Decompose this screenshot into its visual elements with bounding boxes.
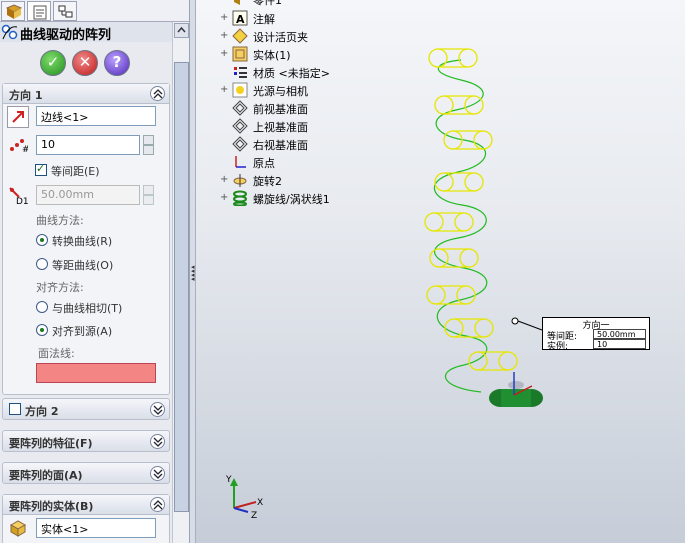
expand-chevron-icon[interactable] — [150, 466, 165, 481]
triad-y-label: Y — [225, 475, 232, 485]
preview-instance-7 — [426, 285, 476, 305]
spacing-icon: D1 — [7, 184, 29, 207]
offset-curve-label: 等距曲线(O) — [52, 259, 114, 272]
solid-body-icon — [8, 518, 30, 540]
direction1-header[interactable]: 方向 1 — [3, 84, 169, 104]
ok-button[interactable]: ✓ — [40, 50, 66, 76]
curve-method-label: 曲线方法: — [36, 214, 84, 227]
bodies-field[interactable]: 实体<1> — [36, 518, 156, 538]
reverse-direction-icon — [12, 111, 24, 123]
tangent-to-curve-label: 与曲线相切(T) — [52, 302, 123, 315]
direction2-group[interactable]: 方向 2 — [2, 398, 170, 420]
svg-text:#: # — [22, 145, 28, 154]
preview-instance-3 — [443, 130, 493, 150]
transform-curve-radio[interactable] — [36, 234, 48, 246]
features-to-pattern-title: 要阵列的特征(F) — [9, 437, 93, 450]
align-method-label: 对齐方法: — [36, 281, 84, 294]
property-manager-panel: 曲线驱动的阵列 ✓ ✕ ? 方向 1 边线<1> # 10 等间距(E) D1 … — [0, 0, 190, 543]
callout-instances-field[interactable]: 10 — [593, 339, 646, 349]
features-to-pattern-group[interactable]: 要阵列的特征(F) — [2, 430, 170, 452]
expand-chevron-icon[interactable] — [150, 402, 165, 417]
manager-tabs — [0, 0, 189, 22]
instances-field[interactable]: 10 — [36, 135, 140, 155]
instances-spinner[interactable] — [143, 135, 154, 155]
curve-pattern-icon — [1, 24, 18, 40]
callout-anchor[interactable] — [511, 317, 519, 325]
property-manager-icon — [33, 5, 47, 20]
bodies-to-pattern-title: 要阵列的实体(B) — [9, 500, 94, 513]
callout-instances-label: 实例: — [547, 342, 569, 352]
direction2-checkbox[interactable] — [9, 403, 21, 415]
collapse-chevron-icon[interactable] — [150, 497, 165, 512]
equal-spacing-checkbox[interactable] — [35, 162, 47, 176]
preview-instance-4 — [434, 172, 484, 192]
help-button[interactable]: ? — [104, 50, 130, 76]
panel-scrollbar[interactable] — [172, 22, 189, 543]
collapse-chevron-icon[interactable] — [150, 86, 165, 101]
tab-property-manager[interactable] — [27, 1, 51, 21]
feature-manager-icon — [5, 4, 23, 19]
callout-spacing-field[interactable]: 50.00mm — [593, 329, 646, 339]
scroll-up-arrow[interactable] — [174, 23, 189, 38]
direction-callout[interactable]: 方向一 等间距: 50.00mm 实例: 10 — [542, 317, 650, 352]
feature-header: 曲线驱动的阵列 — [0, 22, 172, 43]
triad-x-label: X — [257, 498, 263, 508]
faces-to-pattern-group[interactable]: 要阵列的面(A) — [2, 462, 170, 484]
feature-title: 曲线驱动的阵列 — [20, 28, 112, 43]
instances-icon: # — [8, 134, 30, 156]
direction2-title: 方向 2 — [25, 405, 59, 418]
preview-instance-2 — [434, 95, 484, 115]
callout-leader — [517, 320, 543, 331]
tab-feature-manager[interactable] — [1, 1, 25, 21]
close-icon: ✕ — [78, 53, 92, 71]
configuration-manager-icon — [58, 5, 73, 18]
svg-text:D1: D1 — [16, 197, 29, 206]
graphics-viewport[interactable]: 零件1 + A 注解 + 设计活页夹 + 实体(1) 材质 <未指定> + 光源… — [196, 0, 685, 543]
spacing-spinner[interactable] — [143, 185, 154, 205]
path-edge-field[interactable]: 边线<1> — [36, 106, 156, 126]
transform-curve-label: 转换曲线(R) — [52, 235, 113, 248]
cancel-button[interactable]: ✕ — [72, 50, 98, 76]
coordinate-triad: Y X Z — [225, 475, 263, 521]
faces-to-pattern-title: 要阵列的面(A) — [9, 469, 83, 482]
tab-configuration-manager[interactable] — [53, 1, 77, 21]
triad-z-label: Z — [251, 511, 257, 521]
reverse-direction-button[interactable] — [7, 106, 29, 128]
help-icon: ? — [112, 53, 122, 71]
align-to-source-radio[interactable] — [36, 324, 48, 336]
direction1-title: 方向 1 — [9, 89, 43, 102]
preview-instance-1 — [428, 48, 478, 68]
model-graphics[interactable]: Y X Z — [196, 0, 685, 543]
expand-chevron-icon[interactable] — [150, 434, 165, 449]
equal-spacing-label: 等间距(E) — [51, 165, 100, 178]
align-to-source-label: 对齐到源(A) — [52, 325, 113, 338]
face-normal-label: 面法线: — [38, 347, 75, 360]
preview-instance-5 — [424, 212, 474, 232]
preview-instance-8 — [444, 318, 494, 338]
checkmark-icon: ✓ — [46, 53, 60, 71]
spacing-field[interactable]: 50.00mm — [36, 185, 140, 205]
tangent-to-curve-radio[interactable] — [36, 301, 48, 313]
scroll-thumb[interactable] — [174, 62, 189, 512]
offset-curve-radio[interactable] — [36, 258, 48, 270]
seed-body[interactable] — [489, 372, 543, 407]
face-normal-selection-box[interactable] — [36, 363, 156, 383]
bodies-to-pattern-header[interactable]: 要阵列的实体(B) — [3, 495, 169, 515]
